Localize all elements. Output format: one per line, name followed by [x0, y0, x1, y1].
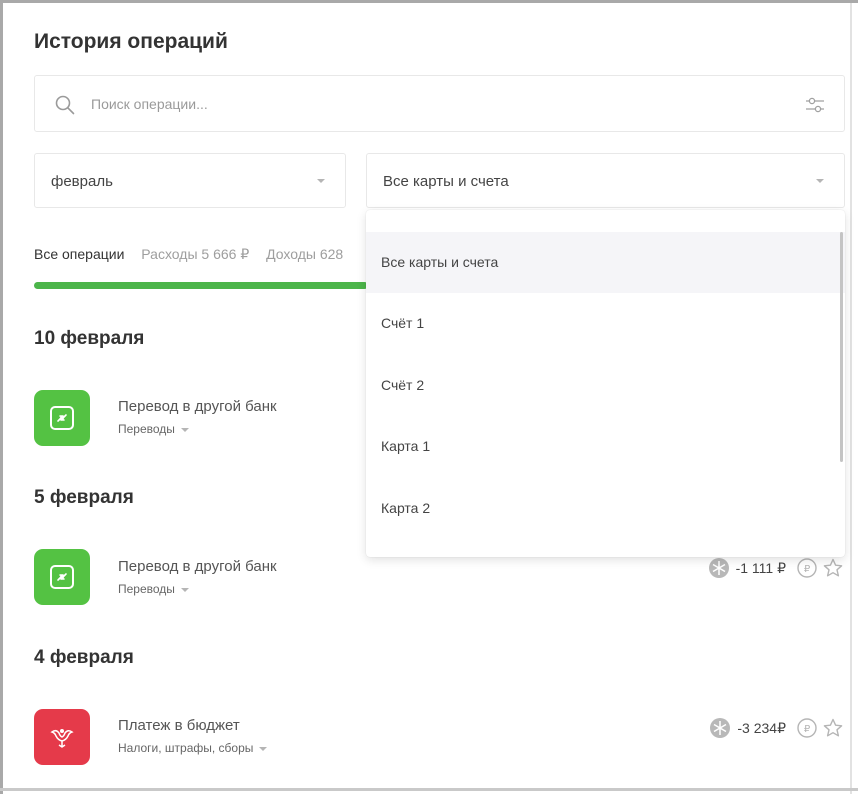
- operation-amount-area: -1 111 ₽ ₽: [708, 556, 844, 580]
- repeat-payment-icon[interactable]: ₽: [796, 557, 818, 579]
- date-heading: 10 февраля: [34, 328, 145, 349]
- repeat-payment-icon[interactable]: ₽: [796, 717, 818, 739]
- operation-category[interactable]: Переводы: [118, 582, 189, 596]
- transfer-icon: [34, 549, 90, 605]
- month-select[interactable]: февраль: [34, 153, 346, 208]
- emblem-icon: [34, 709, 90, 765]
- search-icon: [55, 95, 75, 115]
- dropdown-option-account-1[interactable]: Счёт 1: [366, 293, 845, 354]
- operation-amount-area: -3 234₽ ₽: [709, 716, 844, 740]
- dropdown-option-card-1[interactable]: Карта 1: [366, 416, 845, 477]
- search-input[interactable]: [91, 76, 771, 131]
- dropdown-option-all[interactable]: Все карты и счета: [366, 232, 845, 293]
- tab-expenses[interactable]: Расходы 5 666 ₽: [141, 246, 249, 263]
- cards-dropdown-menu: Все карты и счета Счёт 1 Счёт 2 Карта 1 …: [366, 210, 845, 557]
- operation-category[interactable]: Налоги, штрафы, сборы: [118, 741, 268, 755]
- star-icon[interactable]: [822, 717, 844, 739]
- operation-category-label: Переводы: [118, 582, 175, 596]
- operation-amount: -3 234₽: [737, 719, 786, 736]
- filter-settings-icon[interactable]: [804, 94, 826, 116]
- dropdown-option-account-2[interactable]: Счёт 2: [366, 355, 845, 416]
- svg-text:₽: ₽: [804, 564, 811, 575]
- chevron-down-icon: [816, 179, 824, 183]
- dropdown-scrollbar[interactable]: [840, 232, 843, 462]
- operation-category-label: Переводы: [118, 422, 175, 436]
- date-heading: 5 февраля: [34, 487, 134, 508]
- operation-name[interactable]: Перевод в другой банк: [118, 558, 277, 575]
- tab-income[interactable]: Доходы 628: [266, 246, 343, 262]
- star-icon[interactable]: [822, 557, 844, 579]
- transfer-icon: [34, 390, 90, 446]
- svg-text:₽: ₽: [804, 724, 811, 735]
- chevron-down-icon: [259, 746, 268, 751]
- snowflake-category-icon: [708, 558, 729, 578]
- snowflake-category-icon: [710, 718, 731, 738]
- date-heading: 4 февраля: [34, 647, 134, 668]
- chevron-down-icon: [180, 427, 189, 432]
- operation-name[interactable]: Перевод в другой банк: [118, 398, 277, 415]
- cards-select-value: Все карты и счета: [383, 173, 509, 190]
- cards-select[interactable]: Все карты и счета: [366, 153, 845, 208]
- tab-active-indicator: [34, 282, 368, 289]
- search-box[interactable]: [34, 75, 845, 132]
- dropdown-option-card-2[interactable]: Карта 2: [366, 478, 845, 539]
- page-title: История операций: [34, 30, 228, 53]
- operation-tabs: Все операции Расходы 5 666 ₽ Доходы 628: [34, 246, 368, 263]
- operation-category[interactable]: Переводы: [118, 422, 189, 436]
- chevron-down-icon: [180, 587, 189, 592]
- chevron-down-icon: [317, 179, 325, 183]
- operation-amount: -1 111 ₽: [735, 559, 786, 576]
- operation-name[interactable]: Платеж в бюджет: [118, 717, 240, 734]
- month-select-value: февраль: [51, 173, 113, 190]
- operation-category-label: Налоги, штрафы, сборы: [118, 741, 254, 755]
- tab-all-operations[interactable]: Все операции: [34, 246, 124, 262]
- bottom-divider: [0, 788, 858, 791]
